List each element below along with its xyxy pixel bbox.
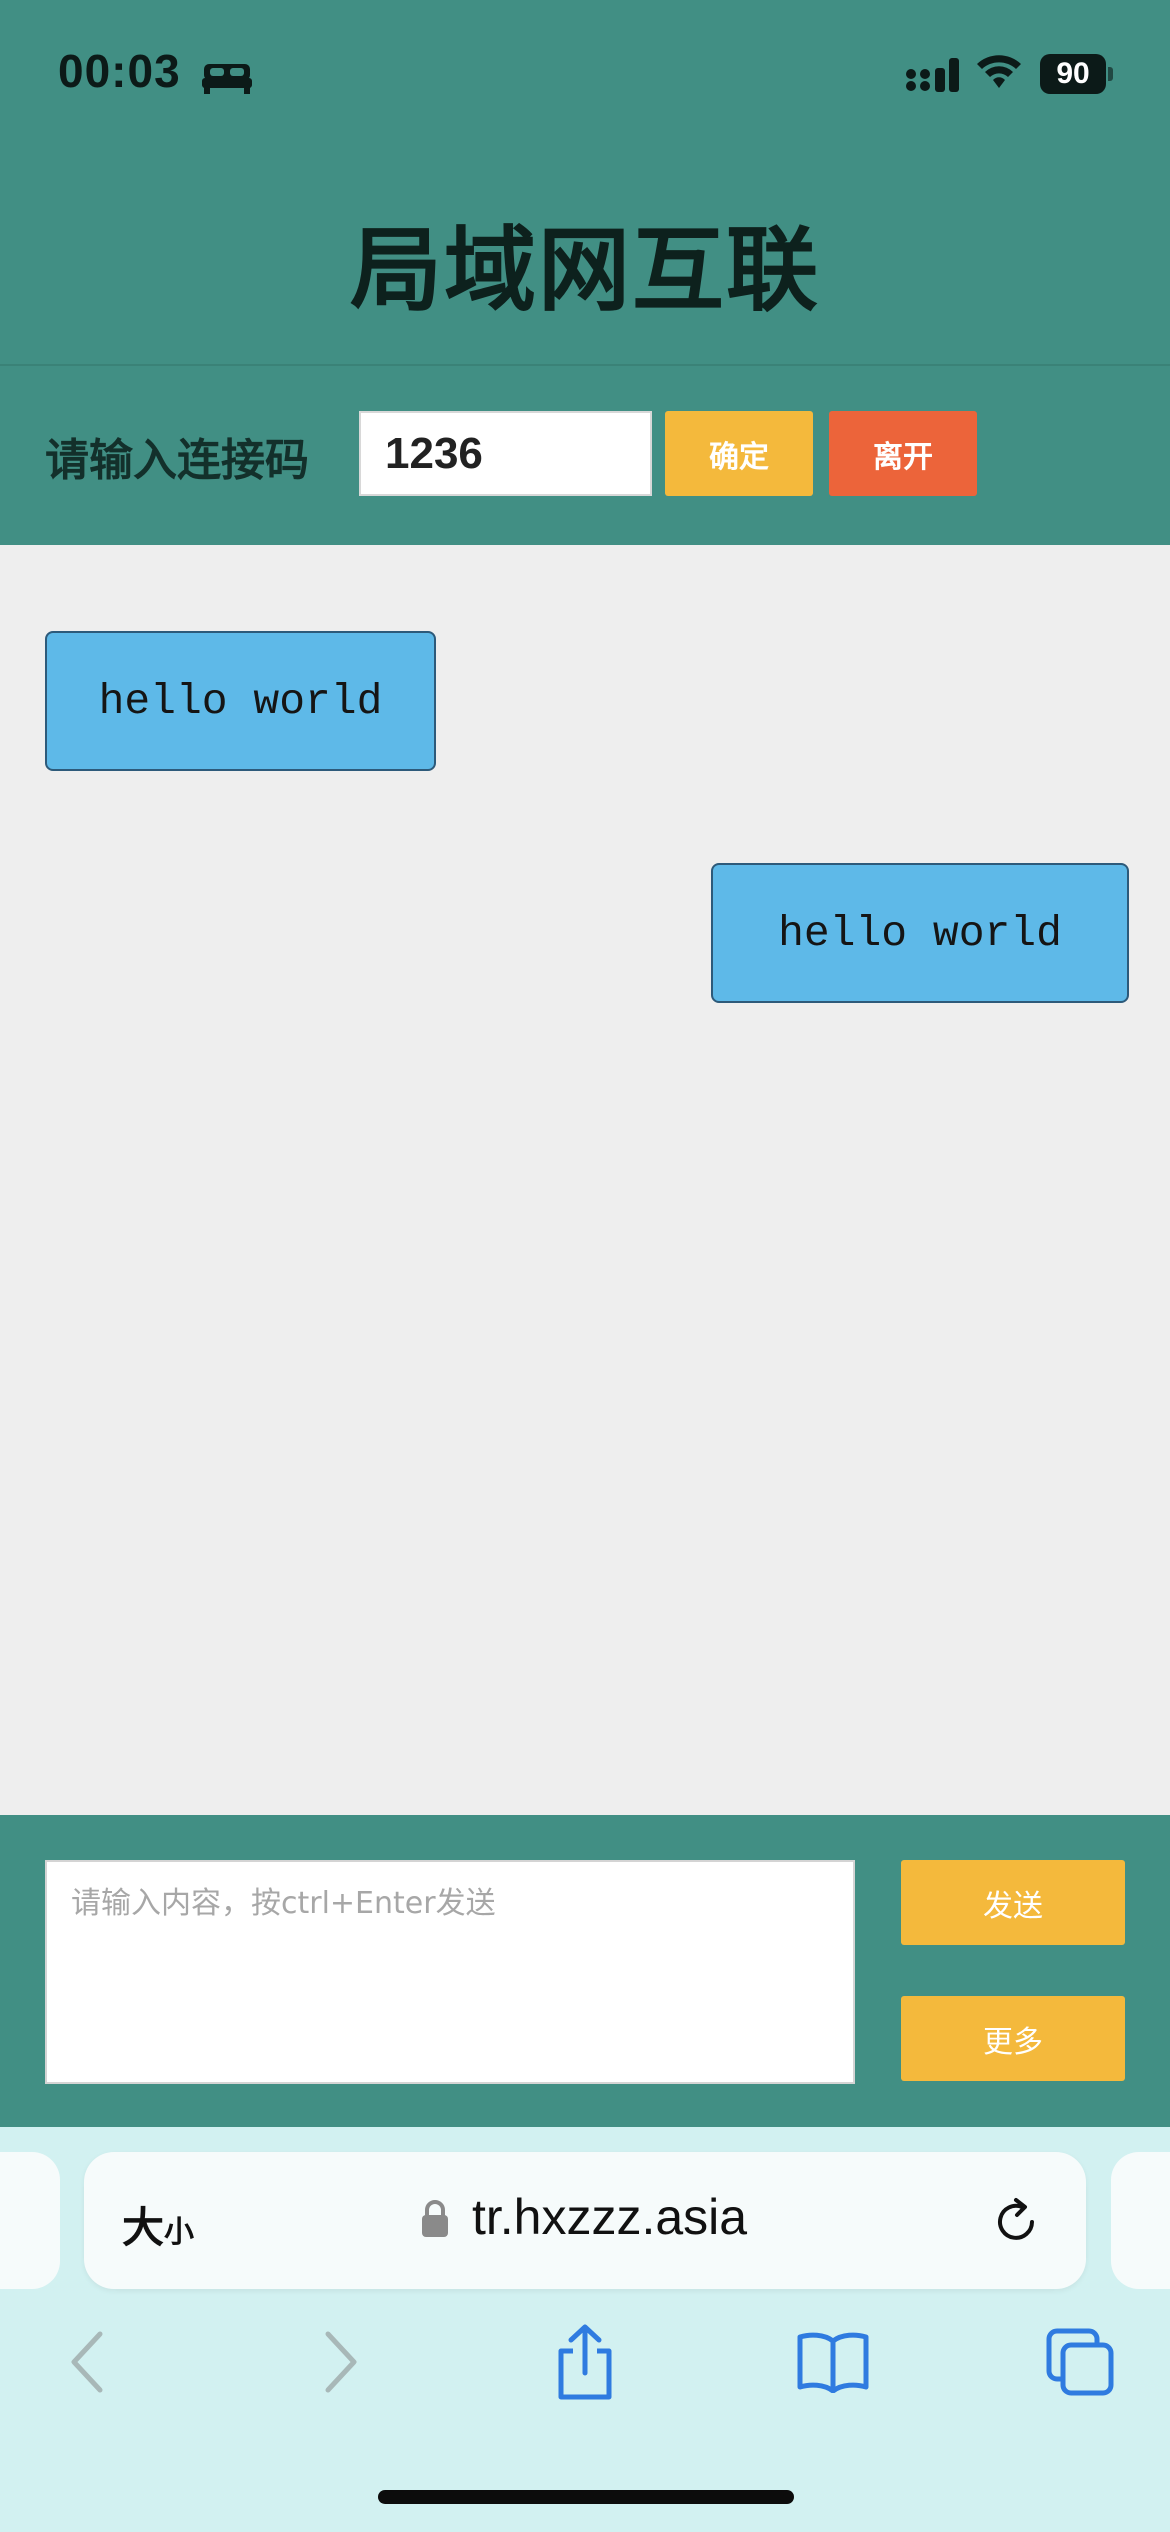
signal-icon (906, 58, 959, 92)
previous-tab-peek[interactable] (0, 2152, 60, 2289)
connection-code-input[interactable] (359, 411, 652, 496)
address-bar[interactable]: 大小 tr.hxzzz.asia (84, 2152, 1086, 2289)
chat-area[interactable]: hello world hello world (0, 545, 1170, 1815)
battery-tip (1108, 67, 1113, 81)
browser-toolbar: 大小 tr.hxzzz.asia (0, 2127, 1170, 2532)
text-size-small-label: 小 (164, 2215, 195, 2250)
back-icon[interactable] (48, 2322, 128, 2402)
message-bubble-sent: hello world (711, 863, 1129, 1003)
text-size-button[interactable]: 大小 (122, 2194, 194, 2255)
bookmarks-icon[interactable] (793, 2322, 873, 2402)
reload-icon[interactable] (992, 2196, 1042, 2246)
header-divider (0, 364, 1170, 366)
home-indicator (378, 2490, 794, 2504)
confirm-button[interactable]: 确定 (665, 411, 813, 496)
battery-icon: 90 (1040, 54, 1114, 94)
share-icon[interactable] (545, 2322, 625, 2402)
message-bubble-received: hello world (45, 631, 436, 771)
send-button[interactable]: 发送 (901, 1860, 1125, 1945)
tabs-icon[interactable] (1040, 2322, 1120, 2402)
forward-icon[interactable] (300, 2322, 380, 2402)
message-composer: 发送 更多 (0, 1815, 1170, 2127)
next-tab-peek[interactable] (1111, 2152, 1170, 2289)
bed-icon (202, 64, 252, 94)
lock-icon (422, 2200, 448, 2237)
leave-button[interactable]: 离开 (829, 411, 977, 496)
status-bar: 00:03 90 (0, 0, 1170, 150)
status-time: 00:03 (58, 45, 181, 97)
page-title: 局域网互联 (349, 217, 820, 324)
more-button[interactable]: 更多 (901, 1996, 1125, 2081)
url-text[interactable]: tr.hxzzz.asia (472, 2188, 747, 2246)
connection-code-label: 请输入连接码 (45, 435, 309, 486)
wifi-icon (977, 55, 1021, 88)
message-input[interactable] (45, 1860, 855, 2084)
text-size-big-label: 大 (122, 2203, 165, 2252)
app-header: 00:03 90 局域网互联 请输入连接码 确定 离开 (0, 0, 1170, 545)
battery-level: 90 (1040, 54, 1106, 94)
